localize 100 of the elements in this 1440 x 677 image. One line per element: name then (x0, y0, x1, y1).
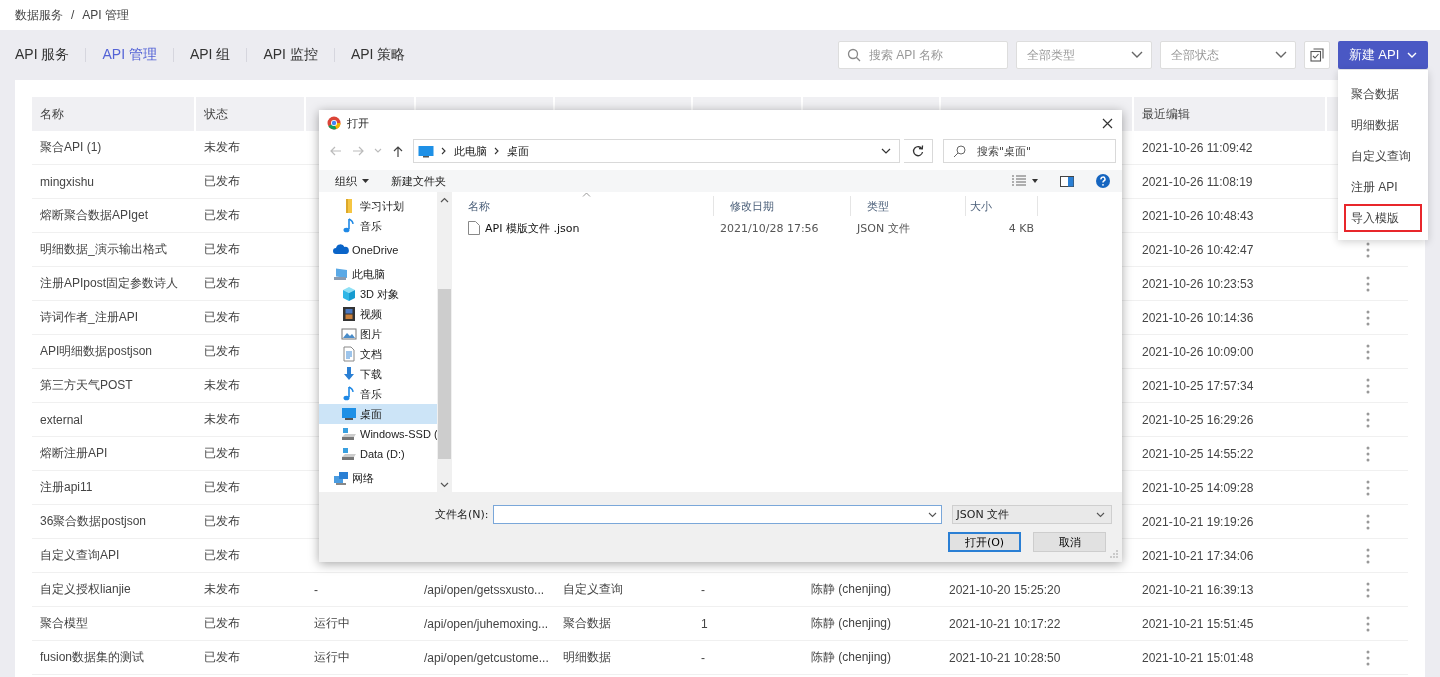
new-api-button[interactable]: 新建 API (1338, 41, 1428, 69)
caret-down-icon (1032, 179, 1038, 183)
table-cell-text: 已发布 (203, 649, 241, 666)
tab[interactable]: API 组 (189, 46, 231, 64)
more-icon (1365, 275, 1370, 292)
film-icon (341, 306, 357, 322)
more-icon (1365, 241, 1370, 258)
search-field[interactable]: 搜索 API 名称 (838, 41, 1008, 69)
file-name[interactable]: API 模版文件 .json (485, 220, 580, 236)
folder-tree-item[interactable]: Windows-SSD ( (319, 424, 437, 444)
refresh-icon (911, 145, 924, 157)
batch-select-button[interactable] (1304, 41, 1330, 69)
folder-tree-item[interactable]: 网络 (319, 468, 437, 488)
organize-menu[interactable]: 组织 (335, 173, 369, 189)
tab[interactable]: API 监控 (263, 46, 318, 64)
folder-tree-item[interactable]: 3D 对象 (319, 284, 437, 304)
table-cell-text: 已发布 (203, 275, 241, 292)
more-icon (1365, 309, 1370, 326)
menu-item[interactable]: 注册 API (1344, 173, 1422, 201)
table-cell-text: 陈静 (chenjing) (810, 581, 893, 598)
column-header[interactable]: 大小 (966, 196, 1038, 216)
table-cell-text: 未发布 (203, 377, 241, 394)
back-arrow-icon (329, 145, 343, 157)
folder-tree-item[interactable]: 文档 (319, 344, 437, 364)
table-cell-text: /api/open/getssxusto... (423, 581, 546, 599)
help-icon (1096, 174, 1110, 188)
table-cell-text: 2021-10-21 15:01:48 (1141, 649, 1255, 667)
menu-item[interactable]: 导入模版 (1344, 204, 1422, 232)
table-cell-text: 已发布 (203, 445, 241, 462)
table-cell-text: 注册APIpost固定参数诗人 (39, 275, 180, 292)
folder-tree-item[interactable]: OneDrive (319, 240, 437, 260)
filename-field[interactable] (492, 505, 942, 524)
scrollbar[interactable] (437, 192, 452, 492)
new-folder-button[interactable]: 新建文件夹 (391, 173, 446, 189)
table-cell-text: 已发布 (203, 207, 241, 224)
breadcrumb-item[interactable]: 数据服务 (15, 6, 63, 24)
folder-tree-item[interactable]: 此电脑 (319, 264, 437, 284)
drive-icon (341, 446, 357, 462)
table-cell-text: 2021-10-26 10:09:00 (1141, 343, 1255, 361)
tab[interactable]: API 策略 (350, 46, 406, 64)
table-cell-text: 陈静 (chenjing) (810, 649, 893, 666)
table-cell-text: 陈静 (chenjing) (810, 615, 893, 632)
column-header[interactable]: 类型 (851, 196, 966, 216)
table-cell-text: 1 (700, 615, 709, 633)
file-type-select[interactable]: JSON 文件 (951, 505, 1112, 524)
folder-tree-item[interactable]: 音乐 (319, 216, 437, 236)
browser-logo-icon (327, 116, 341, 130)
table-cell-text: 聚合API (1) (39, 139, 103, 156)
table-cell-text: 熔断注册API (39, 445, 109, 462)
open-button[interactable]: 打开(O) (948, 532, 1021, 552)
caret-down-icon (362, 179, 369, 183)
chevron-down-icon (1095, 511, 1105, 518)
path-segment[interactable]: 桌面 (507, 143, 529, 159)
refresh-button[interactable] (903, 139, 933, 163)
table-cell-text: 未发布 (203, 411, 241, 428)
chevron-down-icon (1131, 51, 1143, 59)
table-cell-text: 诗词作者_注册API (39, 309, 139, 326)
table-cell-text: 2021-10-21 17:34:06 (1141, 547, 1255, 565)
column-header[interactable]: 名称 (452, 196, 714, 216)
table-cell-text: /api/open/juhemoxing... (423, 615, 550, 633)
help-button[interactable] (1096, 174, 1110, 188)
breadcrumb-item: API 管理 (82, 6, 130, 24)
resize-grip-icon (1110, 550, 1118, 558)
network-icon (333, 470, 349, 486)
table-cell-text: - (700, 649, 706, 667)
menu-item[interactable]: 自定义查询 (1344, 142, 1422, 170)
column-header: 名称 (32, 97, 196, 131)
table-cell-text: 2021-10-25 16:29:26 (1141, 411, 1255, 429)
address-bar[interactable]: 此电脑 桌面 (413, 139, 900, 163)
table-cell-text: 2021-10-26 11:08:19 (1141, 173, 1254, 191)
table-cell-text: 2021-10-21 15:51:45 (1141, 615, 1255, 633)
folder-tree-item[interactable]: 学习计划 (319, 196, 437, 216)
search-field[interactable]: 搜索"桌面" (943, 139, 1116, 163)
folder-tree-item[interactable]: 图片 (319, 324, 437, 344)
up-arrow-icon (391, 145, 405, 157)
cancel-button[interactable]: 取消 (1033, 532, 1106, 552)
view-options-button[interactable] (1012, 175, 1038, 187)
column-header[interactable]: 修改日期 (714, 196, 851, 216)
tab[interactable]: API 服务 (15, 46, 70, 64)
preview-pane-icon (1060, 175, 1074, 187)
table-cell-text: 2021-10-26 10:14:36 (1141, 309, 1255, 327)
cube-icon (341, 286, 357, 302)
table-cell-text: external (39, 411, 84, 429)
table-cell-text: 第三方天气POST (39, 377, 134, 394)
folder-tree-item[interactable]: Data (D:) (319, 444, 437, 464)
table-cell-text: 明细数据 (562, 649, 612, 666)
tab[interactable]: API 管理 (102, 46, 157, 64)
folder-tree-item[interactable]: 桌面 (319, 404, 437, 424)
menu-item[interactable]: 明细数据 (1344, 111, 1422, 139)
menu-item[interactable]: 聚合数据 (1344, 80, 1422, 108)
table-cell-text: 2021-10-25 17:57:34 (1141, 377, 1255, 395)
preview-pane-button[interactable] (1060, 175, 1074, 187)
more-icon (1365, 615, 1370, 632)
folder-tree-item[interactable]: 下载 (319, 364, 437, 384)
path-segment[interactable]: 此电脑 (454, 143, 487, 159)
folder-tree-item[interactable]: 音乐 (319, 384, 437, 404)
table-cell-text: 已发布 (203, 173, 241, 190)
folder-tree-item[interactable]: 视频 (319, 304, 437, 324)
computer-icon (333, 266, 349, 282)
chevron-right-icon (493, 146, 501, 156)
